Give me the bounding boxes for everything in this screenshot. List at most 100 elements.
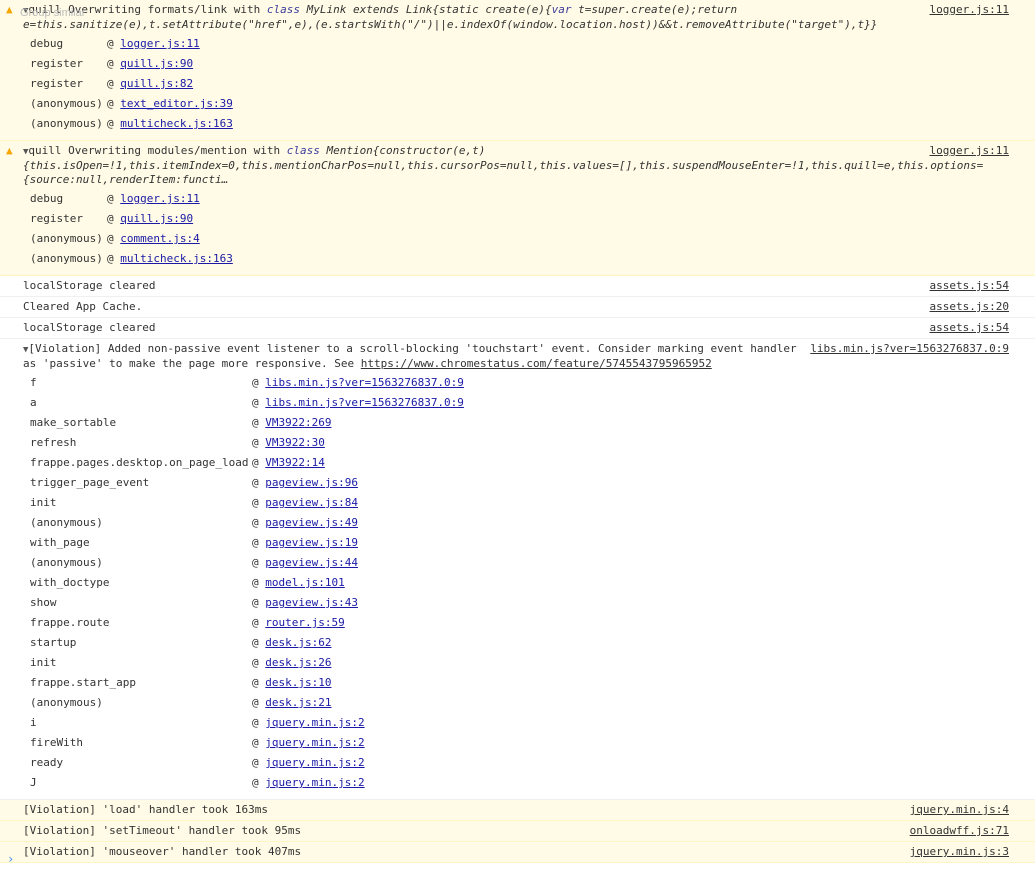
stack-frame: register @ quill.js:90 — [0, 209, 1035, 229]
stack-frame-location: @ libs.min.js?ver=1563276837.0:9 — [252, 396, 464, 409]
stack-frame: init @ pageview.js:84 — [0, 493, 1035, 513]
stack-frame-link[interactable]: libs.min.js?ver=1563276837.0:9 — [265, 376, 464, 389]
stack-frame-link[interactable]: quill.js:90 — [120, 212, 193, 225]
stack-frame: register @ quill.js:90 — [0, 54, 1035, 74]
stack-frame-location: @ libs.min.js?ver=1563276837.0:9 — [252, 376, 464, 389]
stack-frame-link[interactable]: desk.js:21 — [265, 696, 331, 709]
stack-frame-location: @ desk.js:26 — [252, 656, 332, 669]
stack-frame-link[interactable]: jquery.min.js:2 — [265, 736, 364, 749]
stack-frame-link[interactable]: pageview.js:49 — [265, 516, 358, 529]
stack-frame-location: @ pageview.js:96 — [252, 476, 358, 489]
source-link[interactable]: jquery.min.js:3 — [910, 842, 1009, 862]
stack-frame-link[interactable]: multicheck.js:163 — [120, 252, 233, 265]
stack-frame-location: @ pageview.js:44 — [252, 556, 358, 569]
stack-frame-link[interactable]: router.js:59 — [265, 616, 344, 629]
stack-frame-link[interactable]: desk.js:26 — [265, 656, 331, 669]
stack-frame-location: @ desk.js:62 — [252, 636, 332, 649]
stack-frame-function: with_doctype — [30, 576, 110, 589]
console-violation-message[interactable]: [Violation] 'load' handler took 163ms jqu… — [0, 800, 1035, 821]
stack-frame-function: frappe.start_app — [30, 676, 136, 689]
stack-frame-function: (anonymous) — [30, 232, 103, 245]
stack-frame-location: @ desk.js:21 — [252, 696, 332, 709]
console-warning-message[interactable]: ▲ ▼quill Overwriting formats/link with c… — [0, 0, 1035, 141]
stack-frame-location: @ logger.js:11 — [107, 192, 200, 205]
stack-frame: (anonymous) @ pageview.js:44 — [0, 553, 1035, 573]
stack-frame-link[interactable]: jquery.min.js:2 — [265, 716, 364, 729]
stack-trace: debug @ logger.js:11 register @ quill.js:90… — [0, 187, 1035, 275]
stack-frame-link[interactable]: pageview.js:43 — [265, 596, 358, 609]
stack-frame-function: (anonymous) — [30, 556, 103, 569]
stack-frame-function: refresh — [30, 436, 77, 449]
console-warning-message[interactable]: ▲ ▼quill Overwriting modules/mention wit… — [0, 141, 1035, 276]
source-link[interactable]: libs.min.js?ver=1563276837.0:9 — [810, 342, 1009, 356]
stack-frame: (anonymous) @ desk.js:21 — [0, 693, 1035, 713]
stack-frame-location: @ pageview.js:49 — [252, 516, 358, 529]
stack-frame: J @ jquery.min.js:2 — [0, 773, 1035, 793]
stack-frame-link[interactable]: jquery.min.js:2 — [265, 756, 364, 769]
stack-frame-link[interactable]: VM3922:269 — [265, 416, 331, 429]
stack-frame-link[interactable]: quill.js:82 — [120, 77, 193, 90]
stack-frame: frappe.pages.desktop.on_page_load @ VM392… — [0, 453, 1035, 473]
stack-frame-link[interactable]: pageview.js:96 — [265, 476, 358, 489]
stack-frame-link[interactable]: text_editor.js:39 — [120, 97, 233, 110]
stack-frame-function: (anonymous) — [30, 97, 103, 110]
log-text: localStorage cleared — [23, 279, 156, 292]
stack-frame: with_doctype @ model.js:101 — [0, 573, 1035, 593]
stack-frame-location: @ VM3922:14 — [252, 456, 325, 469]
stack-frame-link[interactable]: libs.min.js?ver=1563276837.0:9 — [265, 396, 464, 409]
stack-frame: (anonymous) @ multicheck.js:163 — [0, 249, 1035, 269]
stack-frame-function: i — [30, 716, 37, 729]
stack-frame: frappe.start_app @ desk.js:10 — [0, 673, 1035, 693]
stack-frame: a @ libs.min.js?ver=1563276837.0:9 — [0, 393, 1035, 413]
stack-frame: i @ jquery.min.js:2 — [0, 713, 1035, 733]
stack-frame-link[interactable]: multicheck.js:163 — [120, 117, 233, 130]
stack-frame-function: (anonymous) — [30, 516, 103, 529]
stack-frame-location: @ comment.js:4 — [107, 232, 200, 245]
stack-frame-link[interactable]: pageview.js:44 — [265, 556, 358, 569]
stack-frame-function: register — [30, 77, 83, 90]
stack-frame-link[interactable]: pageview.js:84 — [265, 496, 358, 509]
stack-frame-location: @ VM3922:269 — [252, 416, 332, 429]
stack-frame-link[interactable]: quill.js:90 — [120, 57, 193, 70]
source-link[interactable]: assets.js:54 — [930, 276, 1009, 296]
console-violation-message[interactable]: ▼[Violation] Added non-passive event lis… — [0, 339, 1035, 800]
stack-frame-function: (anonymous) — [30, 252, 103, 265]
log-text: [Violation] 'mouseover' handler took 407… — [23, 845, 302, 858]
stack-frame-link[interactable]: logger.js:11 — [120, 37, 199, 50]
stack-frame-link[interactable]: desk.js:62 — [265, 636, 331, 649]
chromestatus-link[interactable]: https://www.chromestatus.com/feature/574… — [361, 357, 712, 370]
stack-frame-function: (anonymous) — [30, 696, 103, 709]
source-link[interactable]: assets.js:54 — [930, 318, 1009, 338]
source-link[interactable]: assets.js:20 — [930, 297, 1009, 317]
stack-frame: startup @ desk.js:62 — [0, 633, 1035, 653]
stack-frame-function: make_sortable — [30, 416, 117, 429]
stack-frame-function: f — [30, 376, 37, 389]
stack-frame: fireWith @ jquery.min.js:2 — [0, 733, 1035, 753]
console-log-message[interactable]: localStorage cleared assets.js:54 — [0, 318, 1035, 339]
stack-frame-function: init — [30, 656, 57, 669]
stack-frame-location: @ quill.js:90 — [107, 212, 194, 225]
stack-frame-link[interactable]: logger.js:11 — [120, 192, 199, 205]
warning-text: ▼quill Overwriting modules/mention with … — [23, 144, 984, 186]
stack-frame-link[interactable]: jquery.min.js:2 — [265, 776, 364, 789]
stack-frame-link[interactable]: pageview.js:19 — [265, 536, 358, 549]
stack-frame-link[interactable]: VM3922:30 — [265, 436, 325, 449]
source-link[interactable]: logger.js:11 — [930, 144, 1009, 158]
console-prompt-icon[interactable]: › — [7, 852, 14, 866]
console-violation-message[interactable]: [Violation] 'setTimeout' handler took 95… — [0, 821, 1035, 842]
console-log-message[interactable]: localStorage cleared assets.js:54 — [0, 276, 1035, 297]
stack-frame-link[interactable]: model.js:101 — [265, 576, 344, 589]
stack-frame-function: J — [30, 776, 37, 789]
stack-frame-link[interactable]: comment.js:4 — [120, 232, 199, 245]
stack-frame-function: startup — [30, 636, 77, 649]
source-link[interactable]: jquery.min.js:4 — [910, 800, 1009, 820]
console-log-message[interactable]: Cleared App Cache. assets.js:20 — [0, 297, 1035, 318]
stack-frame-link[interactable]: desk.js:10 — [265, 676, 331, 689]
stack-frame-function: init — [30, 496, 57, 509]
source-link[interactable]: logger.js:11 — [930, 3, 1009, 17]
stack-frame-link[interactable]: VM3922:14 — [265, 456, 325, 469]
log-text: localStorage cleared — [23, 321, 156, 334]
stack-frame: debug @ logger.js:11 — [0, 189, 1035, 209]
console-violation-message[interactable]: [Violation] 'mouseover' handler took 407… — [0, 842, 1035, 863]
source-link[interactable]: onloadwff.js:71 — [910, 821, 1009, 841]
